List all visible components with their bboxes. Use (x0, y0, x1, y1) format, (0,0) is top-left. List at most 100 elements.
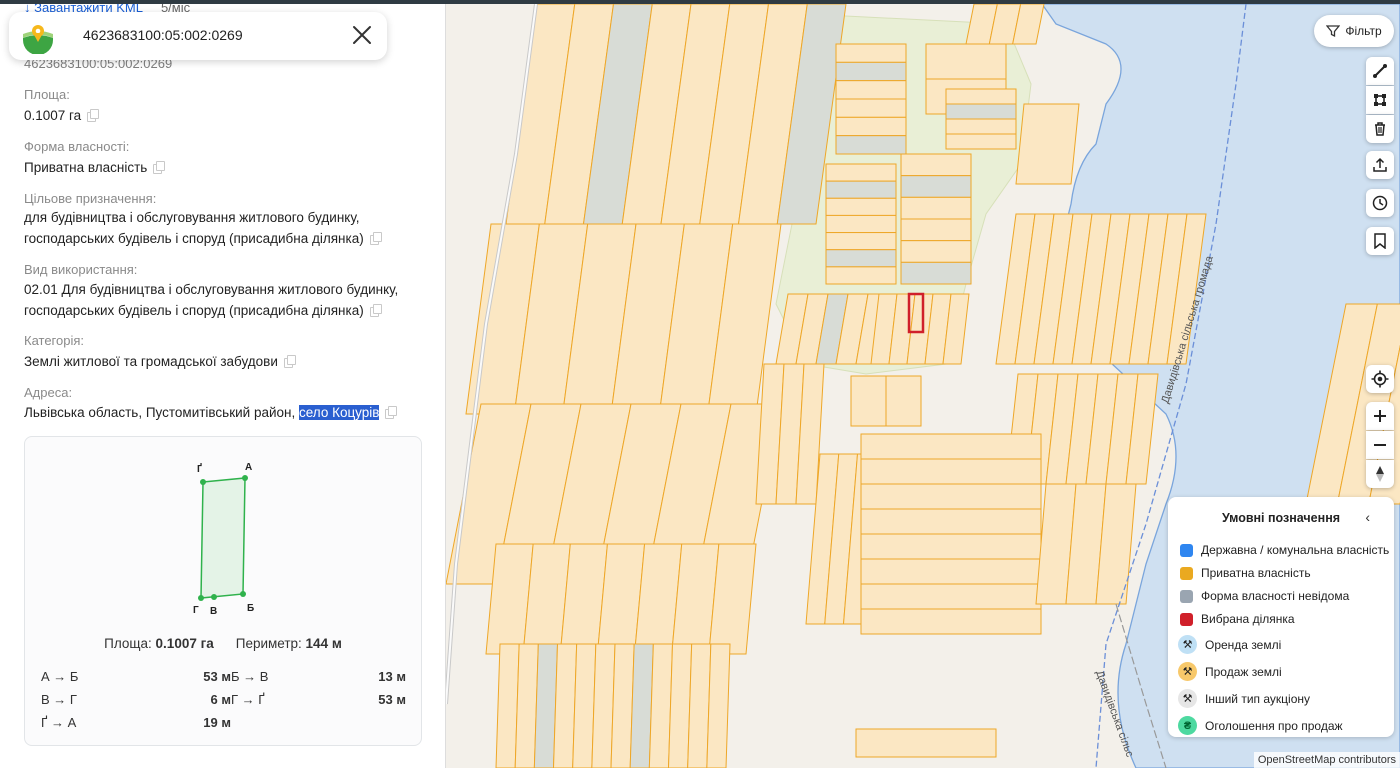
land-parcel[interactable] (835, 43, 907, 63)
land-parcel[interactable] (860, 533, 1042, 560)
land-parcel[interactable] (1015, 103, 1080, 185)
color-swatch (1180, 589, 1193, 603)
land-parcel[interactable] (855, 728, 997, 758)
category-label: Категорія: (24, 333, 85, 348)
plot-geometry-card: Ґ А Б В Г Площа: 0.1007 га Периметр: 144 … (24, 436, 422, 746)
plot-shape (200, 477, 246, 599)
hryvnia-icon: ₴ (1178, 716, 1197, 735)
land-parcel[interactable] (835, 135, 907, 155)
copy-icon[interactable] (283, 355, 296, 368)
land-parcel[interactable] (825, 232, 897, 251)
clock-icon (1372, 195, 1388, 211)
category-value: Землі житлової та громадської забудови (24, 351, 424, 372)
vertex-label: Г (193, 605, 199, 616)
map-attribution[interactable]: OpenStreetMap contributors (1253, 752, 1400, 768)
ownership-label: Форма власності: (24, 139, 130, 154)
legend-item: Приватна власність (1180, 566, 1311, 580)
land-parcel[interactable] (825, 180, 897, 199)
land-parcel[interactable] (860, 433, 1042, 460)
selected-text: село Коцурів (298, 405, 380, 420)
area-value: 0.1007 га (24, 105, 424, 126)
vertex-point (198, 595, 204, 601)
filter-button[interactable]: Фільтр (1314, 15, 1394, 47)
land-parcel[interactable] (860, 483, 1042, 510)
land-parcel[interactable] (925, 43, 1007, 80)
land-parcel[interactable] (706, 643, 731, 768)
land-parcel[interactable] (900, 196, 972, 220)
close-icon[interactable] (351, 24, 373, 46)
plot-stats: Площа: 0.1007 га Периметр: 144 м (104, 636, 342, 651)
land-parcel[interactable] (900, 175, 972, 198)
land-parcel[interactable] (835, 80, 907, 100)
land-parcel[interactable] (900, 240, 972, 263)
draw-polygon-button[interactable] (1366, 86, 1394, 114)
minus-icon (1374, 444, 1386, 446)
draw-line-button[interactable] (1366, 57, 1394, 85)
compass-button[interactable] (1366, 460, 1394, 488)
land-parcel[interactable] (835, 61, 907, 82)
chevron-left-icon[interactable]: ‹ (1365, 509, 1370, 525)
ownership-value: Приватна власність (24, 157, 424, 178)
purpose-label: Цільове призначення: (24, 191, 157, 206)
land-parcel[interactable] (825, 197, 897, 216)
land-parcel[interactable] (825, 163, 897, 182)
parcel-info-panel: ↓ Завантажити KML 5/міс 4623683100:05:002… (0, 4, 446, 768)
land-parcel[interactable] (850, 375, 887, 427)
land-parcel[interactable] (825, 266, 897, 285)
zoom-in-button[interactable] (1366, 402, 1394, 430)
land-parcel[interactable] (885, 375, 922, 427)
zoom-out-button[interactable] (1366, 431, 1394, 459)
land-parcel[interactable] (945, 133, 1017, 150)
search-box[interactable]: 4623683100:05:002:0269 (9, 12, 387, 60)
land-parcel[interactable] (835, 116, 907, 137)
plot-outline: Ґ А Б В Г (193, 462, 254, 617)
legend-item: ⚒ Продаж землі (1178, 662, 1282, 681)
legend-item: Вибрана ділянка (1180, 612, 1295, 626)
copy-icon[interactable] (153, 161, 166, 174)
plus-icon (1374, 410, 1386, 422)
land-parcel[interactable] (825, 249, 897, 268)
vertex-label: В (210, 606, 217, 617)
delete-drawing-button[interactable] (1366, 115, 1394, 143)
share-button[interactable] (1366, 151, 1394, 179)
copy-icon[interactable] (369, 232, 382, 245)
compass-icon (1376, 466, 1384, 482)
land-parcel[interactable] (825, 214, 897, 234)
land-parcel[interactable] (860, 558, 1042, 585)
color-swatch (1180, 566, 1193, 580)
bookmark-icon (1374, 233, 1386, 249)
land-parcel[interactable] (900, 218, 972, 242)
locate-button[interactable] (1366, 365, 1394, 393)
land-parcel[interactable] (945, 118, 1017, 135)
legend-item: ⚒ Інший тип аукціону (1178, 689, 1310, 708)
upload-icon (1373, 157, 1387, 172)
map-view[interactable]: Давидівська сільська громада Давидівська… (446, 4, 1400, 768)
land-parcel[interactable] (945, 103, 1017, 120)
search-input[interactable]: 4623683100:05:002:0269 (83, 27, 243, 43)
filter-icon (1326, 25, 1341, 38)
land-parcel[interactable] (900, 261, 972, 285)
vertex-label: Ґ (197, 462, 202, 475)
legend-item: Форма власності невідома (1180, 589, 1349, 603)
usage-label: Вид використання: (24, 262, 138, 277)
land-parcel[interactable] (860, 508, 1042, 535)
land-parcel[interactable] (835, 98, 907, 118)
history-button[interactable] (1366, 189, 1394, 217)
edge-length: А → Б 53 м (41, 669, 231, 684)
address-label: Адреса: (24, 385, 73, 400)
edge-length: Б → В 13 м (231, 669, 406, 684)
gavel-icon: ⚒ (1178, 635, 1197, 654)
land-parcel[interactable] (900, 153, 972, 177)
vertex-point (211, 594, 217, 600)
copy-icon[interactable] (369, 304, 382, 317)
copy-icon[interactable] (87, 109, 100, 122)
copy-icon[interactable] (385, 406, 398, 419)
legend-item: Державна / комунальна власність (1180, 543, 1389, 557)
land-parcel[interactable] (945, 88, 1017, 105)
area-label: Площа: (24, 87, 70, 102)
land-parcel[interactable] (860, 583, 1042, 610)
land-parcel[interactable] (860, 458, 1042, 485)
bookmark-button[interactable] (1366, 227, 1394, 255)
legend-item: ₴ Оголошення про продаж (1178, 716, 1343, 735)
land-parcel[interactable] (860, 608, 1042, 635)
